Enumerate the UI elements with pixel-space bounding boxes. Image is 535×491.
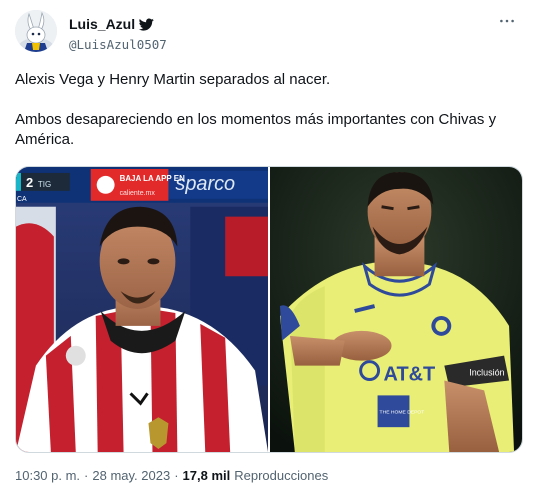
views-count[interactable]: 17,8 mil	[183, 468, 231, 483]
meta-separator-2: ·	[174, 468, 179, 483]
more-options-button[interactable]	[494, 10, 520, 32]
tweet-date[interactable]: 28 may. 2023	[92, 468, 170, 483]
rabbit-mascot-icon	[15, 10, 57, 52]
photo-left-player-bench[interactable]: sparco BAJA LA APP EN caliente.mx 2 TIG …	[16, 167, 268, 452]
author-names: Luis_Azul @LuisAzul0507	[69, 15, 167, 52]
scoreboard-team: TIG	[38, 180, 51, 189]
corner-text: CA	[17, 196, 27, 203]
author-display-name[interactable]: Luis_Azul	[69, 16, 135, 32]
tweet-line-1: Alexis Vega y Henry Martin separados al …	[15, 71, 331, 88]
avatar[interactable]	[15, 10, 57, 52]
photo-right-player-yellow[interactable]: AT&T THE HOME DEPOT Inclusión	[270, 167, 522, 452]
scoreboard-score: 2	[26, 175, 33, 190]
views-label: Reproducciones	[234, 468, 329, 483]
tweet-line-2: Ambos desapareciendo en los momentos más…	[15, 111, 497, 148]
more-horizontal-icon	[500, 19, 514, 23]
tweet-media[interactable]: sparco BAJA LA APP EN caliente.mx 2 TIG …	[15, 166, 523, 453]
author-handle[interactable]: @LuisAzul0507	[69, 37, 167, 52]
right-sponsor-text: AT&T	[384, 364, 436, 386]
meta-separator: ·	[84, 468, 89, 483]
right-armband-text: Inclusión	[469, 368, 504, 378]
tweet-meta: 10:30 p. m. · 28 may. 2023 · 17,8 mil Re…	[15, 468, 328, 483]
right-sleeve-text: THE HOME DEPOT	[380, 409, 425, 415]
sponsor-url: caliente.mx	[120, 190, 156, 197]
tweet-header: Luis_Azul @LuisAzul0507	[15, 10, 520, 54]
tweet-text: Alexis Vega y Henry Martin separados al …	[15, 70, 521, 170]
bird-badge-icon	[138, 17, 154, 32]
sponsor-text: BAJA LA APP EN	[120, 174, 185, 183]
tweet-time[interactable]: 10:30 p. m.	[15, 468, 80, 483]
